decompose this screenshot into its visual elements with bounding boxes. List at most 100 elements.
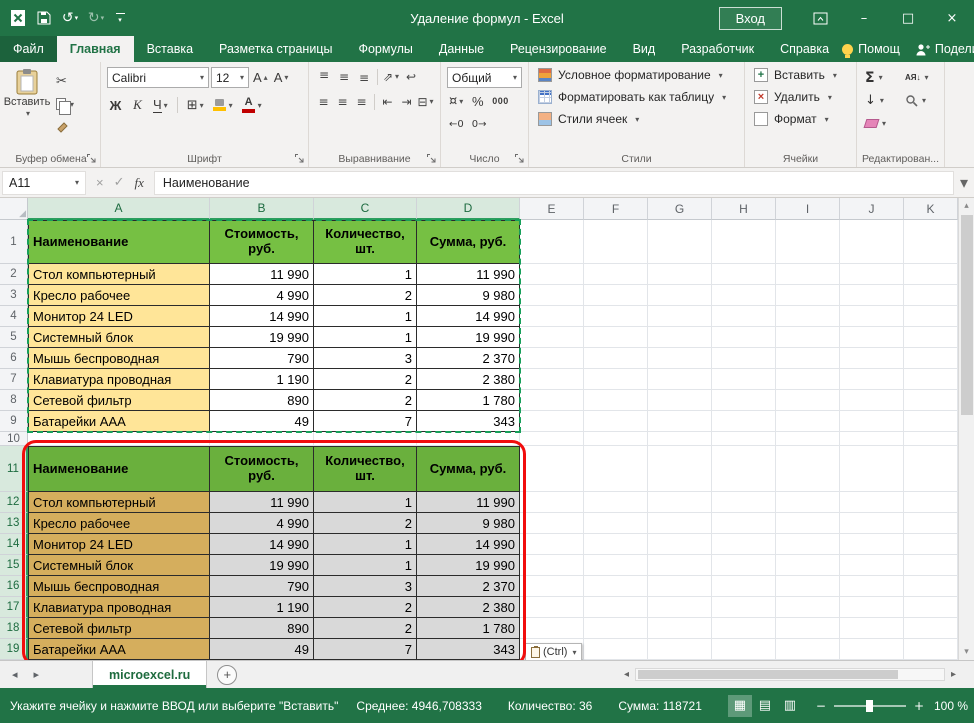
cell-G9[interactable] [648, 411, 712, 432]
cell-C17[interactable]: 2 [314, 597, 417, 618]
cell-K9[interactable] [904, 411, 958, 432]
cell-I7[interactable] [776, 369, 840, 390]
cell-D5[interactable]: 19 990 [417, 327, 520, 348]
vertical-scroll-thumb[interactable] [961, 215, 973, 415]
tell-me-button[interactable]: Помощ [842, 42, 900, 56]
cell-E12[interactable] [520, 492, 584, 513]
merge-center-button[interactable]: ⊟▾ [417, 93, 434, 110]
cell-E16[interactable] [520, 576, 584, 597]
insert-cells-button[interactable]: +Вставить▾ [747, 64, 854, 86]
dialog-launcher-icon[interactable] [86, 153, 97, 164]
sheet-tab-microexcel[interactable]: microexcel.ru [92, 661, 207, 688]
cell-A9[interactable]: Батарейки AAA [28, 411, 210, 432]
cell-E9[interactable] [520, 411, 584, 432]
cell-F15[interactable] [584, 555, 648, 576]
maximize-button[interactable]: □ [886, 0, 930, 36]
cell-H19[interactable] [712, 639, 776, 660]
cell-A1[interactable]: Наименование [28, 220, 210, 264]
zoom-in-button[interactable]: + [914, 699, 924, 713]
cell-C9[interactable]: 7 [314, 411, 417, 432]
cell-B7[interactable]: 1 190 [210, 369, 314, 390]
view-page-break-button[interactable]: ▥ [778, 695, 802, 717]
cell-G6[interactable] [648, 348, 712, 369]
tab-home[interactable]: Главная [57, 36, 134, 62]
cell-G7[interactable] [648, 369, 712, 390]
cell-F17[interactable] [584, 597, 648, 618]
row-header-16[interactable]: 16 [0, 576, 28, 597]
cell-H12[interactable] [712, 492, 776, 513]
cell-D4[interactable]: 14 990 [417, 306, 520, 327]
cell-K14[interactable] [904, 534, 958, 555]
cell-E7[interactable] [520, 369, 584, 390]
decrease-font-button[interactable]: А▾ [272, 68, 291, 88]
cell-E1[interactable] [520, 220, 584, 264]
cell-J5[interactable] [840, 327, 904, 348]
cell-F14[interactable] [584, 534, 648, 555]
format-cells-button[interactable]: Формат▾ [747, 108, 854, 130]
row-header-4[interactable]: 4 [0, 306, 28, 327]
cell-J4[interactable] [840, 306, 904, 327]
cell-C4[interactable]: 1 [314, 306, 417, 327]
view-normal-button[interactable]: ▦ [728, 695, 752, 717]
cell-J16[interactable] [840, 576, 904, 597]
cell-A17[interactable]: Клавиатура проводная [28, 597, 210, 618]
increase-decimal-button[interactable]: ←0 [447, 114, 466, 134]
cell-C11[interactable]: Количество, шт. [314, 446, 417, 492]
cell-A11[interactable]: Наименование [28, 446, 210, 492]
cell-J8[interactable] [840, 390, 904, 411]
cell-E18[interactable] [520, 618, 584, 639]
cell-D7[interactable]: 2 380 [417, 369, 520, 390]
align-left-button[interactable]: ≡ [315, 93, 332, 110]
cell-C8[interactable]: 2 [314, 390, 417, 411]
cell-H6[interactable] [712, 348, 776, 369]
row-header-11[interactable]: 11 [0, 446, 28, 492]
column-header-K[interactable]: K [904, 198, 958, 220]
cell-I1[interactable] [776, 220, 840, 264]
paste-button[interactable]: Вставить ▾ [4, 64, 50, 152]
cell-A3[interactable]: Кресло рабочее [28, 285, 210, 306]
cell-G11[interactable] [648, 446, 712, 492]
cell-D9[interactable]: 343 [417, 411, 520, 432]
cell-F16[interactable] [584, 576, 648, 597]
percent-format-button[interactable]: % [469, 91, 486, 111]
cell-H15[interactable] [712, 555, 776, 576]
zoom-out-button[interactable]: − [816, 699, 826, 713]
cell-K3[interactable] [904, 285, 958, 306]
cell-K16[interactable] [904, 576, 958, 597]
cell-G8[interactable] [648, 390, 712, 411]
cell-I2[interactable] [776, 264, 840, 285]
cell-F4[interactable] [584, 306, 648, 327]
insert-function-icon[interactable]: fx [135, 175, 144, 191]
column-header-C[interactable]: C [314, 198, 417, 220]
cell-D3[interactable]: 9 980 [417, 285, 520, 306]
column-header-J[interactable]: J [840, 198, 904, 220]
cell-I14[interactable] [776, 534, 840, 555]
cell-H3[interactable] [712, 285, 776, 306]
row-header-5[interactable]: 5 [0, 327, 28, 348]
minimize-button[interactable]: – [842, 0, 886, 36]
cell-B3[interactable]: 4 990 [210, 285, 314, 306]
cell-I10[interactable] [776, 432, 840, 446]
cell-J14[interactable] [840, 534, 904, 555]
cell-E10[interactable] [520, 432, 584, 446]
cell-B5[interactable]: 19 990 [210, 327, 314, 348]
format-as-table-button[interactable]: Форматировать как таблицу▾ [531, 86, 742, 108]
cell-K12[interactable] [904, 492, 958, 513]
cancel-icon[interactable]: × [96, 175, 104, 190]
cell-D13[interactable]: 9 980 [417, 513, 520, 534]
delete-cells-button[interactable]: ×Удалить▾ [747, 86, 854, 108]
close-button[interactable]: × [930, 0, 974, 36]
cell-E17[interactable] [520, 597, 584, 618]
cell-H1[interactable] [712, 220, 776, 264]
cell-I16[interactable] [776, 576, 840, 597]
scroll-down-icon[interactable]: ▾ [959, 644, 974, 660]
zoom-slider[interactable] [834, 705, 906, 707]
cell-C19[interactable]: 7 [314, 639, 417, 660]
scroll-up-icon[interactable]: ▴ [959, 198, 974, 214]
cell-J6[interactable] [840, 348, 904, 369]
find-select-button[interactable]: ▾ [905, 91, 945, 110]
horizontal-scrollbar[interactable]: ◂ ▸ [624, 661, 974, 688]
cell-I5[interactable] [776, 327, 840, 348]
cell-B6[interactable]: 790 [210, 348, 314, 369]
sheet-nav-left-icon[interactable]: ◂ [12, 668, 18, 681]
